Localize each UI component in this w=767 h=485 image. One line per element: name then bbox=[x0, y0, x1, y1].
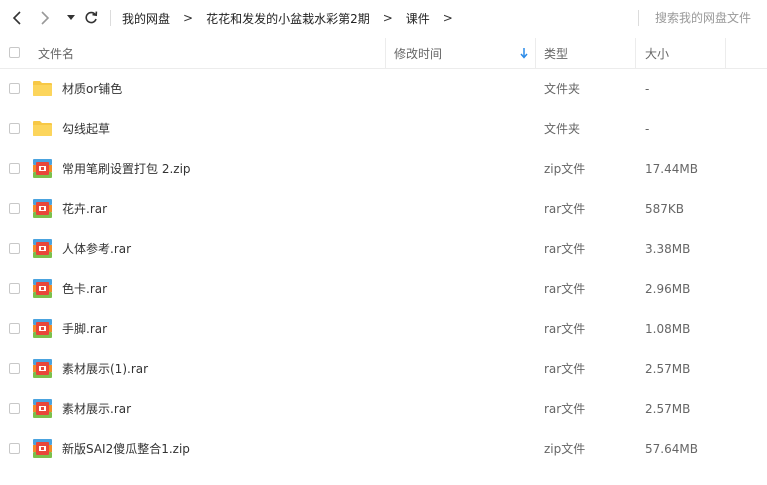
file-size: 2.96MB bbox=[645, 282, 691, 296]
column-divider bbox=[535, 38, 536, 68]
select-all-checkbox[interactable] bbox=[9, 47, 20, 58]
row-checkbox[interactable] bbox=[9, 123, 20, 134]
file-size: - bbox=[645, 122, 650, 136]
column-header-modified[interactable]: 修改时间 bbox=[394, 38, 534, 68]
file-type: 文件夹 bbox=[544, 122, 581, 136]
caret-down-icon bbox=[67, 15, 75, 20]
file-row[interactable]: 手脚.rar rar文件 1.08MB bbox=[0, 309, 767, 349]
file-name[interactable]: 人体参考.rar bbox=[62, 229, 131, 269]
file-list-header: 文件名 修改时间 类型 大小 bbox=[0, 38, 767, 69]
file-name[interactable]: 材质or铺色 bbox=[62, 69, 122, 109]
breadcrumb-item-root[interactable]: 我的网盘 bbox=[122, 10, 170, 27]
file-type: zip文件 bbox=[544, 162, 586, 176]
row-checkbox[interactable] bbox=[9, 203, 20, 214]
search-divider bbox=[638, 10, 639, 26]
history-dropdown-button[interactable] bbox=[62, 8, 80, 28]
archive-icon bbox=[33, 239, 52, 258]
file-type: rar文件 bbox=[544, 362, 586, 376]
file-size: 3.38MB bbox=[645, 242, 691, 256]
search-input[interactable] bbox=[642, 8, 767, 28]
file-size: 17.44MB bbox=[645, 162, 698, 176]
column-divider bbox=[725, 38, 726, 68]
file-name[interactable]: 素材展示.rar bbox=[62, 389, 131, 429]
column-header-size[interactable]: 大小 bbox=[645, 38, 669, 68]
breadcrumb-separator: > bbox=[183, 11, 194, 25]
forward-button[interactable] bbox=[36, 8, 54, 28]
chevron-left-icon bbox=[12, 11, 21, 25]
file-size: 587KB bbox=[645, 202, 685, 216]
breadcrumb: 我的网盘 > 花花和发发的小盆栽水彩第2期 > 课件 > bbox=[122, 0, 466, 36]
file-row[interactable]: 材质or铺色 文件夹 - bbox=[0, 69, 767, 109]
row-checkbox[interactable] bbox=[9, 243, 20, 254]
toolbar-divider bbox=[110, 10, 111, 26]
row-checkbox[interactable] bbox=[9, 83, 20, 94]
file-type: 文件夹 bbox=[544, 82, 581, 96]
archive-icon bbox=[33, 439, 52, 458]
file-name[interactable]: 常用笔刷设置打包 2.zip bbox=[62, 149, 191, 189]
folder-icon bbox=[33, 121, 52, 136]
column-header-modified-label: 修改时间 bbox=[394, 46, 443, 61]
file-size: 2.57MB bbox=[645, 362, 691, 376]
archive-icon bbox=[33, 199, 52, 218]
breadcrumb-separator: > bbox=[442, 11, 453, 25]
column-header-name[interactable]: 文件名 bbox=[38, 38, 74, 68]
file-size: 57.64MB bbox=[645, 442, 698, 456]
file-type: rar文件 bbox=[544, 402, 586, 416]
row-checkbox[interactable] bbox=[9, 283, 20, 294]
refresh-icon bbox=[85, 11, 98, 24]
row-checkbox[interactable] bbox=[9, 443, 20, 454]
archive-icon bbox=[33, 279, 52, 298]
file-row[interactable]: 新版SAI2傻瓜整合1.zip zip文件 57.64MB bbox=[0, 429, 767, 469]
file-name[interactable]: 色卡.rar bbox=[62, 269, 107, 309]
column-header-type[interactable]: 类型 bbox=[544, 38, 568, 68]
file-row[interactable]: 素材展示.rar rar文件 2.57MB bbox=[0, 389, 767, 429]
chevron-right-icon bbox=[41, 11, 50, 25]
file-type: rar文件 bbox=[544, 282, 586, 296]
archive-icon bbox=[33, 399, 52, 418]
file-type: rar文件 bbox=[544, 242, 586, 256]
file-row[interactable]: 人体参考.rar rar文件 3.38MB bbox=[0, 229, 767, 269]
file-type: rar文件 bbox=[544, 202, 586, 216]
row-checkbox[interactable] bbox=[9, 363, 20, 374]
breadcrumb-item-course[interactable]: 花花和发发的小盆栽水彩第2期 bbox=[206, 10, 370, 27]
row-checkbox[interactable] bbox=[9, 403, 20, 414]
column-divider bbox=[635, 38, 636, 68]
archive-icon bbox=[33, 319, 52, 338]
refresh-button[interactable] bbox=[82, 8, 100, 28]
file-name[interactable]: 素材展示(1).rar bbox=[62, 349, 148, 389]
file-row[interactable]: 常用笔刷设置打包 2.zip zip文件 17.44MB bbox=[0, 149, 767, 189]
column-divider bbox=[385, 38, 386, 68]
top-nav-bar: 我的网盘 > 花花和发发的小盆栽水彩第2期 > 课件 > bbox=[0, 0, 767, 36]
file-row[interactable]: 花卉.rar rar文件 587KB bbox=[0, 189, 767, 229]
breadcrumb-item-current[interactable]: 课件 bbox=[406, 10, 430, 27]
file-row[interactable]: 色卡.rar rar文件 2.96MB bbox=[0, 269, 767, 309]
file-type: rar文件 bbox=[544, 322, 586, 336]
file-name[interactable]: 勾线起草 bbox=[62, 109, 110, 149]
archive-icon bbox=[33, 159, 52, 178]
file-row[interactable]: 勾线起草 文件夹 - bbox=[0, 109, 767, 149]
file-name[interactable]: 新版SAI2傻瓜整合1.zip bbox=[62, 429, 190, 469]
archive-icon bbox=[33, 359, 52, 378]
file-name[interactable]: 花卉.rar bbox=[62, 189, 107, 229]
row-checkbox[interactable] bbox=[9, 323, 20, 334]
breadcrumb-separator: > bbox=[382, 11, 393, 25]
row-checkbox[interactable] bbox=[9, 163, 20, 174]
file-type: zip文件 bbox=[544, 442, 586, 456]
file-name[interactable]: 手脚.rar bbox=[62, 309, 107, 349]
folder-icon bbox=[33, 81, 52, 96]
file-size: 1.08MB bbox=[645, 322, 691, 336]
file-size: - bbox=[645, 82, 650, 96]
back-button[interactable] bbox=[8, 8, 26, 28]
arrow-down-icon bbox=[520, 48, 528, 59]
file-row[interactable]: 素材展示(1).rar rar文件 2.57MB bbox=[0, 349, 767, 389]
file-size: 2.57MB bbox=[645, 402, 691, 416]
